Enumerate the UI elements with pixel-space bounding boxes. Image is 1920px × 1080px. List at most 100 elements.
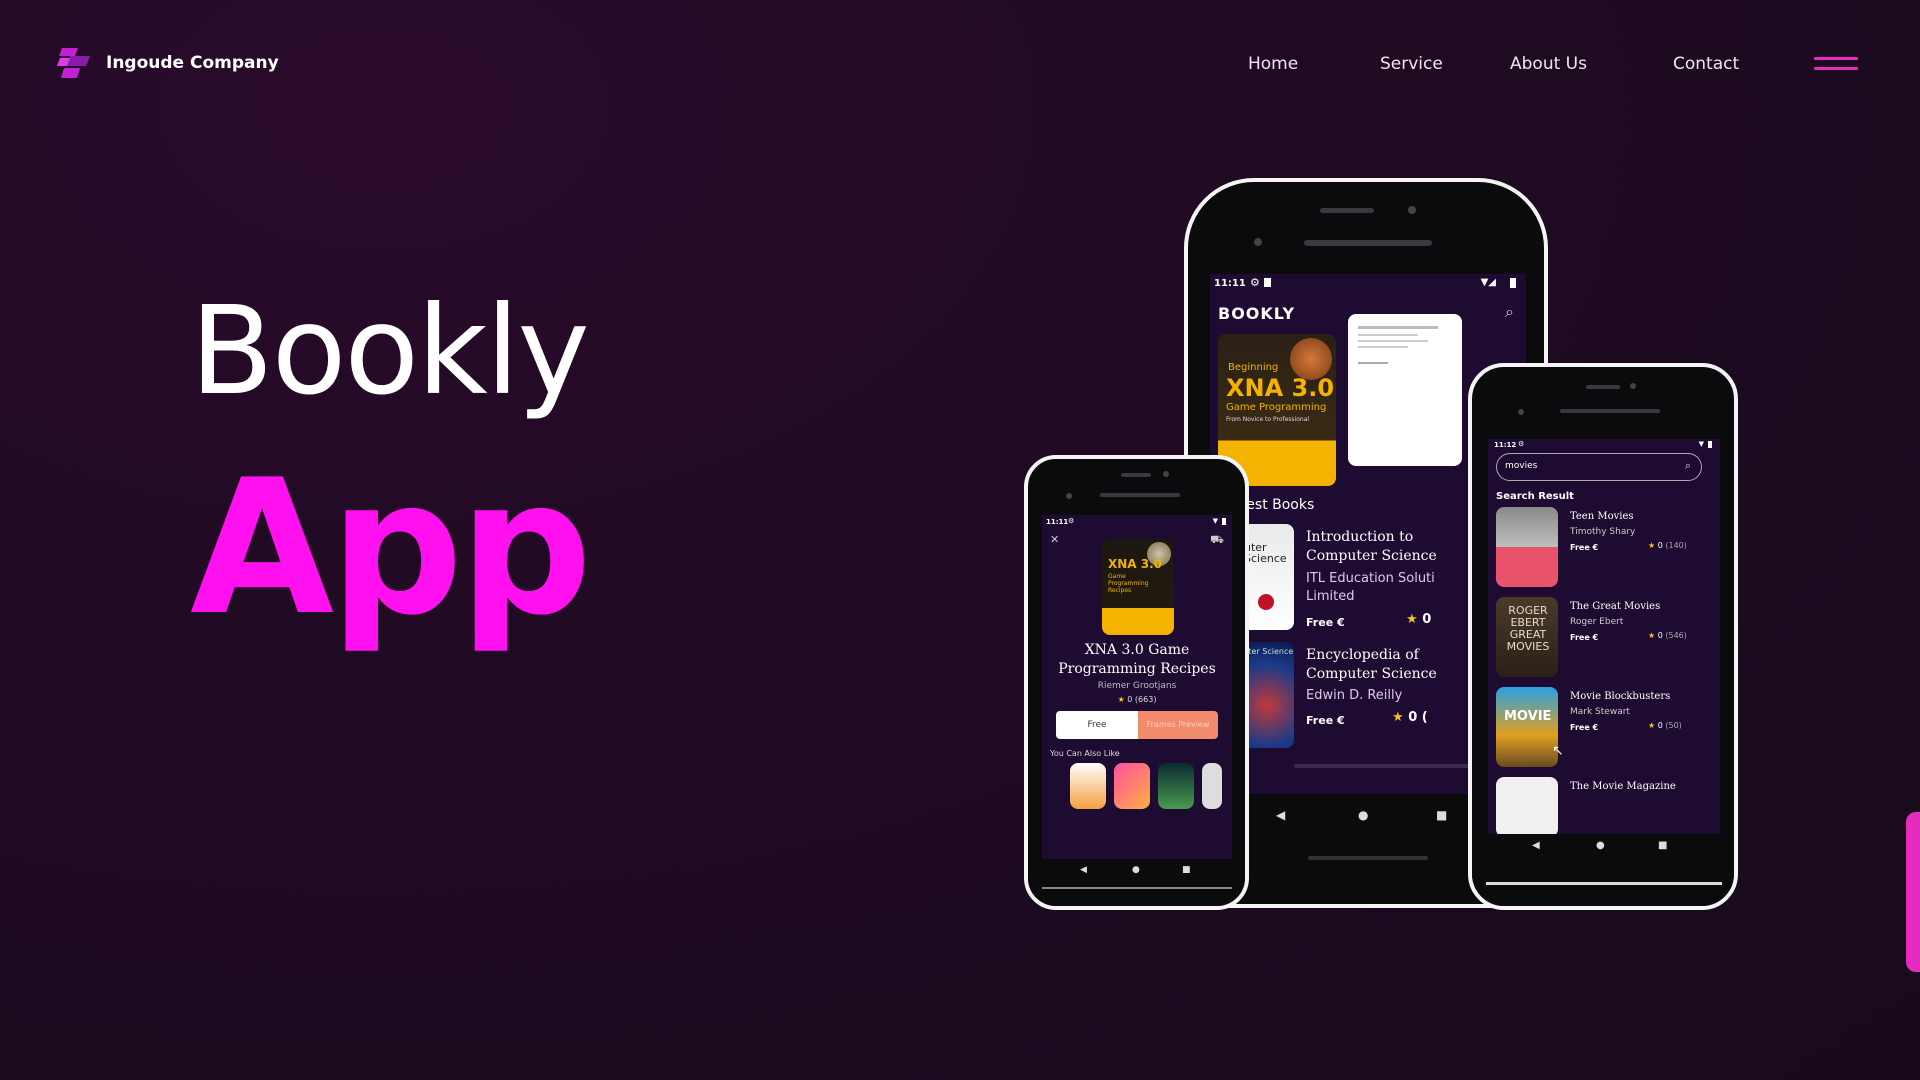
search-icon[interactable]: ⌕ bbox=[1685, 459, 1691, 473]
book-cover bbox=[1496, 507, 1558, 587]
brand-name[interactable]: Ingoude Company bbox=[106, 53, 279, 73]
star-icon: ★ bbox=[1392, 710, 1404, 725]
recommended-book[interactable] bbox=[1202, 763, 1222, 809]
home-icon[interactable]: ● bbox=[1132, 865, 1140, 875]
speaker-grille bbox=[1304, 240, 1432, 246]
hero-title: Bookly bbox=[190, 280, 590, 422]
book-price: Free € bbox=[1570, 723, 1599, 732]
nav-about-us[interactable]: About Us bbox=[1510, 54, 1587, 74]
book-rating: 0 bbox=[1422, 612, 1432, 627]
list-item[interactable]: The Movie Magazine bbox=[1488, 777, 1720, 834]
close-icon[interactable]: ✕ bbox=[1050, 533, 1059, 546]
android-navbar: ◀ ● ■ bbox=[1028, 859, 1245, 906]
preview-button[interactable]: Frames Preview bbox=[1138, 711, 1218, 739]
status-time: 11:11 bbox=[1046, 518, 1069, 526]
search-screen: 11:12 ⚙ ▼ movies ⌕ Search Result Teen Mo… bbox=[1488, 439, 1720, 834]
front-camera bbox=[1630, 383, 1636, 389]
book-price: Free € bbox=[1570, 633, 1599, 642]
sensor bbox=[1518, 409, 1524, 415]
home-icon[interactable]: ● bbox=[1596, 840, 1605, 851]
logo-icon[interactable] bbox=[56, 44, 92, 80]
app-logo: BOOKLY bbox=[1218, 304, 1296, 323]
cursor-icon: ↖ bbox=[1552, 743, 1564, 759]
rating-count: (663) bbox=[1134, 695, 1157, 704]
earpiece bbox=[1586, 385, 1620, 389]
cover-subtitle: Game Programming bbox=[1226, 402, 1327, 413]
front-camera bbox=[1408, 206, 1416, 214]
wifi-icon: ▼ bbox=[1698, 440, 1704, 448]
home-icon[interactable]: ● bbox=[1358, 808, 1368, 822]
star-icon: ★ bbox=[1648, 721, 1656, 730]
status-bar: 11:11 ⚙ ▼◢ bbox=[1210, 274, 1526, 296]
nav-service[interactable]: Service bbox=[1380, 54, 1443, 74]
android-navbar: ◀ ● ■ bbox=[1472, 834, 1734, 906]
cover-title: XNA 3.0 bbox=[1226, 374, 1335, 402]
cover-subtitle: Game Programming Recipes bbox=[1108, 573, 1149, 594]
speaker-grille bbox=[1100, 493, 1180, 497]
battery-icon bbox=[1510, 278, 1516, 288]
list-item[interactable]: MOVIE Movie Blockbusters Mark Stewart Fr… bbox=[1488, 687, 1720, 771]
book-title: Teen Movies bbox=[1570, 511, 1634, 522]
book-price: Free € bbox=[1570, 543, 1599, 552]
cart-icon[interactable]: ⛟ bbox=[1210, 533, 1224, 548]
back-icon[interactable]: ◀ bbox=[1276, 808, 1285, 822]
book-price: Free € bbox=[1306, 714, 1345, 727]
cover-emblem bbox=[1258, 594, 1274, 610]
side-scroll-tab[interactable] bbox=[1906, 812, 1920, 972]
search-input[interactable]: movies ⌕ bbox=[1496, 453, 1702, 481]
book-author: ITL Education Soluti Limited bbox=[1306, 571, 1435, 604]
rating-count: (546) bbox=[1665, 631, 1687, 640]
gesture-bar bbox=[1308, 856, 1428, 860]
recommended-book[interactable] bbox=[1070, 763, 1106, 809]
list-item[interactable]: ROGER EBERT GREAT MOVIES The Great Movie… bbox=[1488, 597, 1720, 681]
recommended-book[interactable] bbox=[1114, 763, 1150, 809]
battery-icon bbox=[1222, 518, 1226, 525]
book-title: Introduction to Computer Science bbox=[1306, 529, 1437, 564]
star-icon: ★ bbox=[1406, 612, 1418, 627]
book-price: Free € bbox=[1306, 616, 1345, 629]
back-icon[interactable]: ◀ bbox=[1532, 840, 1540, 851]
star-icon: ★ bbox=[1648, 541, 1656, 550]
recommended-book[interactable] bbox=[1158, 763, 1194, 809]
cover-text: cter Science bbox=[1244, 647, 1294, 656]
nav-contact[interactable]: Contact bbox=[1673, 54, 1739, 74]
recents-icon[interactable]: ■ bbox=[1436, 808, 1447, 822]
star-icon: ★ bbox=[1117, 695, 1125, 704]
book-author: Edwin D. Reilly bbox=[1306, 688, 1403, 703]
front-camera bbox=[1163, 471, 1169, 477]
status-bar: 11:11 ⚙ ▼ bbox=[1042, 515, 1232, 531]
detail-screen: 11:11 ⚙ ▼ ✕ ⛟ XNA 3.0 Game Programming R… bbox=[1042, 515, 1232, 860]
recents-icon[interactable]: ■ bbox=[1182, 865, 1191, 875]
nav-home[interactable]: Home bbox=[1248, 54, 1298, 74]
book-rating: 0 bbox=[1657, 541, 1663, 550]
book-title: Movie Blockbusters bbox=[1570, 691, 1671, 702]
cover-prefix: Beginning bbox=[1228, 362, 1279, 373]
book-rating: 0 bbox=[1657, 721, 1663, 730]
back-icon[interactable]: ◀ bbox=[1080, 865, 1087, 875]
list-item[interactable]: Teen Movies Timothy Shary Free € ★ 0 (14… bbox=[1488, 507, 1720, 591]
status-time: 11:12 bbox=[1494, 441, 1517, 449]
phone-mockup-search: 11:12 ⚙ ▼ movies ⌕ Search Result Teen Mo… bbox=[1468, 363, 1738, 910]
cover-tagline: From Novice to Professional bbox=[1226, 416, 1310, 423]
gear-icon: ⚙ bbox=[1068, 517, 1075, 525]
book-title: The Great Movies bbox=[1570, 601, 1661, 612]
sensor bbox=[1254, 238, 1262, 246]
search-icon[interactable]: ⌕ bbox=[1505, 302, 1514, 322]
gear-icon: ⚙ bbox=[1518, 440, 1525, 448]
search-value: movies bbox=[1505, 461, 1538, 471]
earpiece bbox=[1121, 473, 1151, 477]
book-author: Timothy Shary bbox=[1570, 527, 1636, 537]
cursor-icon: ↖ bbox=[1438, 384, 1455, 408]
wifi-icon: ▼ bbox=[1212, 517, 1218, 525]
rating-count: (140) bbox=[1665, 541, 1687, 550]
book-rating: 0 ( bbox=[1408, 710, 1428, 725]
recents-icon[interactable]: ■ bbox=[1658, 840, 1667, 851]
book-cover bbox=[1496, 777, 1558, 834]
section-title: Search Result bbox=[1496, 491, 1574, 502]
book-title: The Movie Magazine bbox=[1570, 781, 1676, 792]
menu-icon[interactable] bbox=[1814, 57, 1858, 73]
book-rating: 0 bbox=[1127, 695, 1133, 704]
gesture-bar bbox=[1486, 882, 1722, 885]
free-button[interactable]: Free bbox=[1056, 711, 1138, 739]
book-rating: 0 bbox=[1657, 631, 1663, 640]
